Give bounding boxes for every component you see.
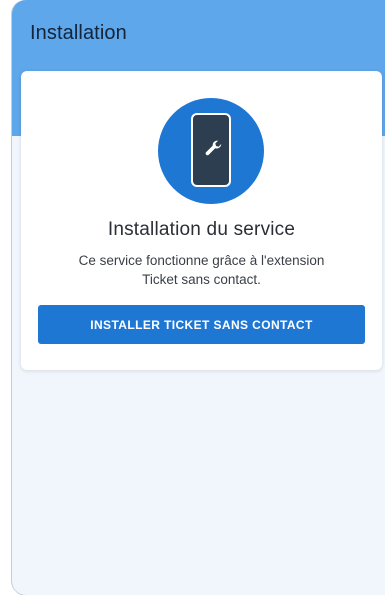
page-title: Installation <box>30 22 127 44</box>
phone-wrench-icon <box>191 113 231 187</box>
card-description-line-1: Ce service fonctionne grâce à l'extensio… <box>78 253 325 268</box>
app-bar: Installation <box>12 0 385 68</box>
install-card: Installation du service Ce service fonct… <box>21 71 382 370</box>
install-illustration <box>158 98 264 204</box>
install-button[interactable]: INSTALLER TICKET SANS CONTACT <box>38 305 365 344</box>
app-screen: Installation Installation du service Ce … <box>12 0 385 595</box>
wrench-icon <box>205 140 222 156</box>
card-title: Installation du service <box>107 219 296 240</box>
card-description-line-2: Ticket sans contact. <box>142 272 261 287</box>
